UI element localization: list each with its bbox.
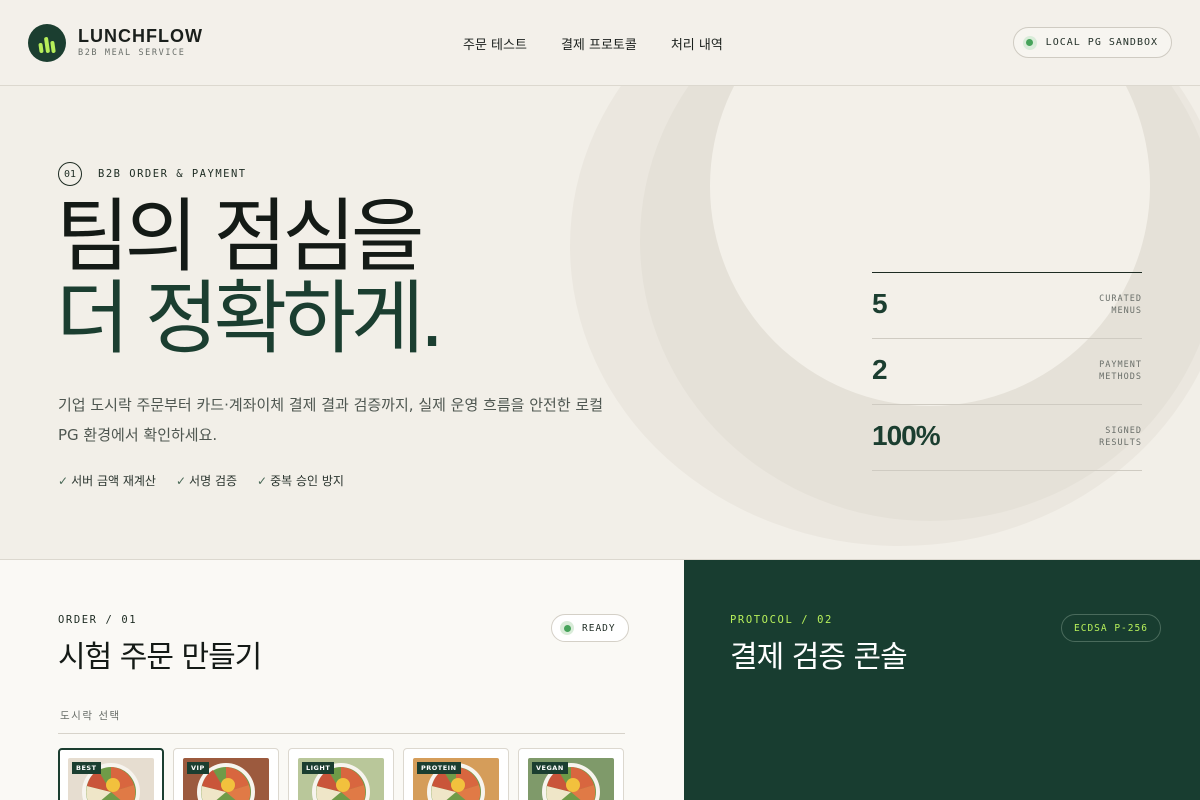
menu-thumbnail: VEGAN (528, 758, 614, 800)
sandbox-badge: LOCAL PG SANDBOX (1012, 27, 1172, 58)
feature-checks: ✓ 서버 금액 재계산 ✓ 서명 검증 ✓ 중복 승인 방지 (58, 472, 344, 489)
logo-icon[interactable] (28, 24, 66, 62)
stat-value: 2 (872, 354, 888, 385)
stats-panel: 5 CURATED MENUS 2 PAYMENT METHODS 100% SIG… (872, 272, 1142, 471)
menu-card[interactable]: PROTEIN (403, 748, 509, 800)
nav-item-order-test[interactable]: 주문 테스트 (463, 34, 527, 53)
stat-row: 100% SIGNED RESULTS (872, 405, 1142, 471)
stat-value: 5 (872, 288, 888, 319)
menu-thumbnail: LIGHT (298, 758, 384, 800)
order-section-tag: ORDER / 01 (58, 614, 138, 626)
hero-title-line1: 팀의 점심을 (56, 190, 424, 283)
menu-thumbnail: PROTEIN (413, 758, 499, 800)
status-dot-icon (1022, 35, 1037, 50)
hero-title: 팀의 점심을 더 정확하게. (56, 190, 445, 365)
ecdsa-badge: ECDSA P-256 (1061, 614, 1161, 642)
check-item: ✓ 서버 금액 재계산 (58, 474, 156, 488)
stat-row: 5 CURATED MENUS (872, 273, 1142, 339)
stat-label: SIGNED RESULTS (1099, 426, 1142, 448)
nav-item-history[interactable]: 처리 내역 (671, 34, 723, 53)
check-icon: ✓ (175, 474, 187, 488)
menu-badge: PROTEIN (417, 762, 461, 774)
menu-badge: LIGHT (302, 762, 335, 774)
eyebrow-text: B2B ORDER & PAYMENT (98, 168, 247, 180)
hero-title-line2: 더 정확하게. (56, 272, 445, 365)
hero-section: 01 B2B ORDER & PAYMENT 팀의 점심을 더 정확하게. 기업… (0, 86, 1200, 560)
nav-item-payment-protocol[interactable]: 결제 프로토콜 (561, 34, 637, 53)
brand-name[interactable]: LUNCHFLOW (78, 26, 203, 47)
check-item: ✓ 서명 검증 (175, 474, 238, 488)
menu-thumbnail: BEST (68, 758, 154, 800)
hero-lead: 기업 도시락 주문부터 카드·계좌이체 결제 결과 검증까지, 실제 운영 흐름… (58, 396, 603, 444)
brand-tagline: B2B MEAL SERVICE (78, 48, 186, 58)
ready-label: READY (582, 622, 616, 634)
main-nav: 주문 테스트 결제 프로토콜 처리 내역 (463, 34, 723, 53)
stat-label: PAYMENT METHODS (1099, 360, 1142, 382)
menu-select-label: 도시락 선택 (60, 710, 121, 722)
divider (58, 733, 625, 734)
menu-card[interactable]: BEST (58, 748, 164, 800)
protocol-section-tag: PROTOCOL / 02 (730, 614, 833, 626)
hero-eyebrow: 01 B2B ORDER & PAYMENT (58, 162, 247, 186)
check-icon: ✓ (257, 474, 268, 488)
step-number: 01 (58, 162, 82, 186)
stat-label: CURATED MENUS (1099, 294, 1142, 316)
menu-card[interactable]: VEGAN (518, 748, 624, 800)
protocol-title: 결제 검증 콘솔 (730, 640, 908, 675)
ready-status-badge: READY (551, 614, 629, 642)
menu-card-list: BEST VIP LIGHT PROTEIN VEGAN (58, 748, 624, 800)
order-panel: ORDER / 01 시험 주문 만들기 READY 도시락 선택 BEST VI… (0, 560, 684, 800)
order-title: 시험 주문 만들기 (58, 640, 262, 675)
status-dot-icon (560, 621, 574, 635)
protocol-panel: PROTOCOL / 02 결제 검증 콘솔 ECDSA P-256 (684, 560, 1200, 800)
top-header: LUNCHFLOW B2B MEAL SERVICE 주문 테스트 결제 프로토… (0, 0, 1200, 86)
stat-value: 100% (872, 420, 941, 451)
menu-card[interactable]: VIP (173, 748, 279, 800)
menu-badge: VIP (187, 762, 209, 774)
menu-badge: VEGAN (532, 762, 568, 774)
check-item: ✓ 중복 승인 방지 (257, 474, 344, 488)
check-icon: ✓ (58, 474, 69, 488)
stat-row: 2 PAYMENT METHODS (872, 339, 1142, 405)
sandbox-label: LOCAL PG SANDBOX (1045, 37, 1158, 48)
menu-card[interactable]: LIGHT (288, 748, 394, 800)
menu-badge: BEST (72, 762, 101, 774)
menu-thumbnail: VIP (183, 758, 269, 800)
